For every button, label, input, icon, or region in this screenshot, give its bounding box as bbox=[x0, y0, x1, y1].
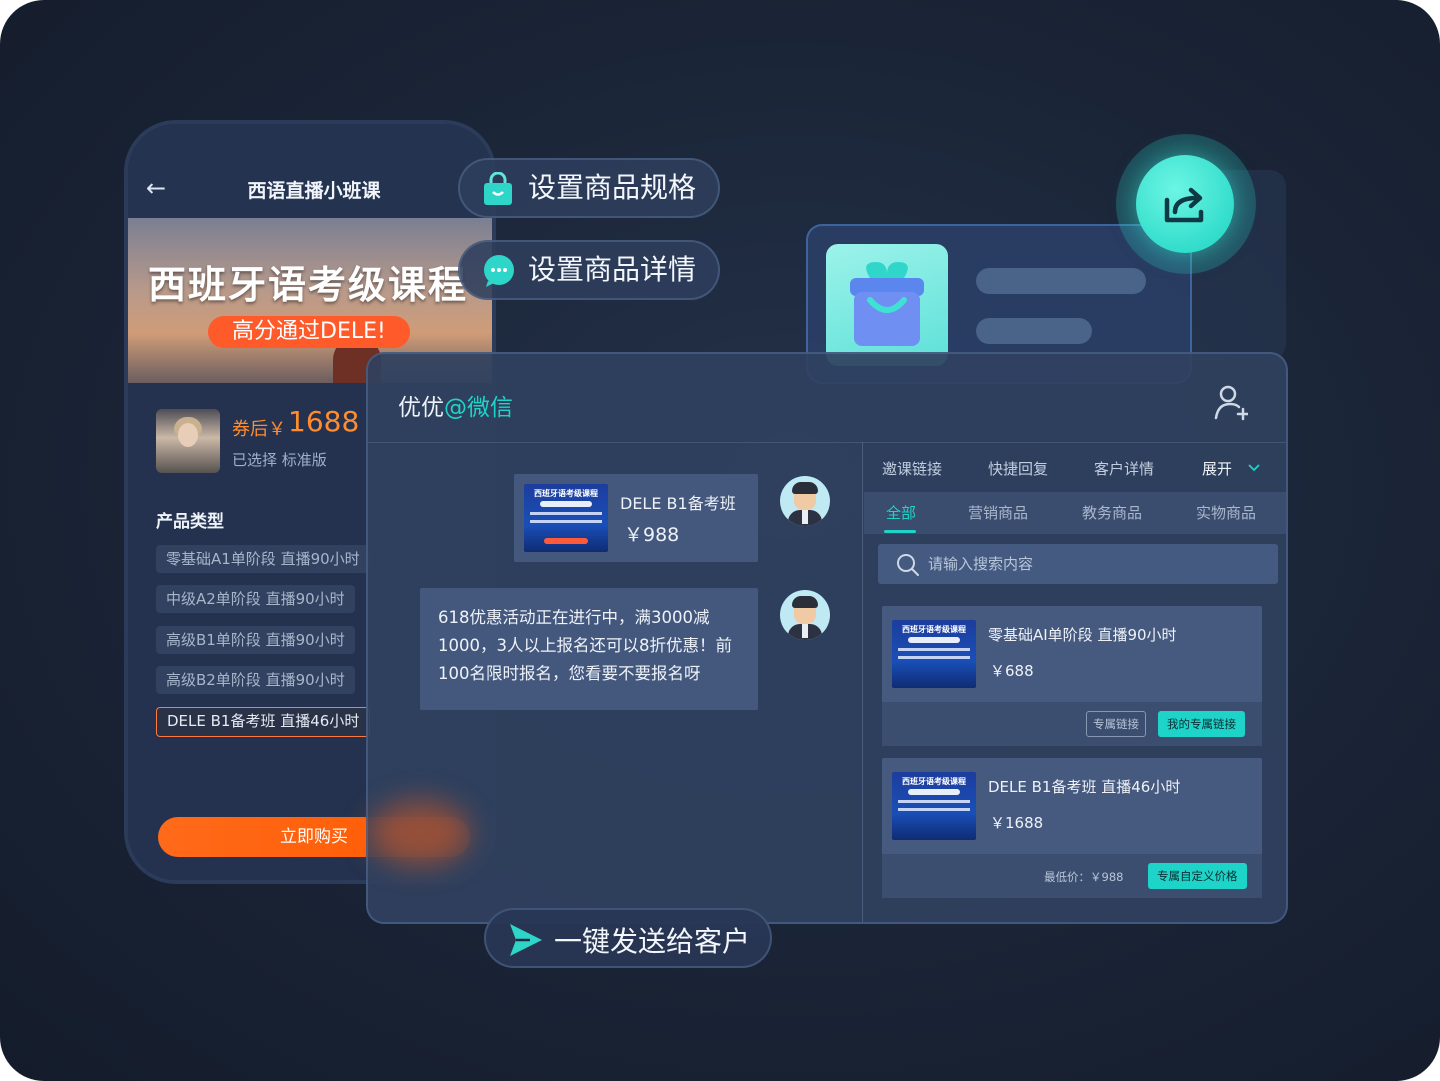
option-dele-b1[interactable]: DELE B1备考班 直播46小时 bbox=[156, 707, 371, 737]
course-poster: 西班牙语考级课程 bbox=[892, 620, 976, 688]
poster-title: 西班牙语考级课程 bbox=[902, 777, 966, 786]
search-placeholder: 请输入搜索内容 bbox=[928, 555, 1034, 573]
tab-academic[interactable]: 教务商品 bbox=[1082, 502, 1142, 523]
share-button[interactable] bbox=[1136, 155, 1234, 253]
banner-title: 西班牙语考级课程 bbox=[148, 263, 469, 307]
product-card[interactable]: 西班牙语考级课程 DELE B1备考班 直播46小时 ￥1688 最低价：￥98… bbox=[882, 758, 1262, 898]
option-a1[interactable]: 零基础A1单阶段 直播90小时 bbox=[156, 545, 370, 573]
lowest-price: 最低价：￥988 bbox=[1044, 870, 1124, 884]
price-prefix: 券后￥ bbox=[232, 419, 286, 440]
selected-variant: 已选择 标准版 bbox=[232, 451, 327, 469]
banner-badge: 高分通过DELE! bbox=[208, 316, 410, 348]
course-poster: 西班牙语考级课程 bbox=[892, 772, 976, 840]
product-name: DELE B1备考班 直播46小时 bbox=[988, 778, 1181, 796]
agent-avatar bbox=[780, 590, 830, 640]
product-card-footer: 专属链接 我的专属链接 bbox=[882, 702, 1262, 746]
phone-header: ← 西语直播小班课 bbox=[128, 124, 492, 218]
placeholder-bar bbox=[976, 268, 1146, 294]
tab-physical[interactable]: 实物商品 bbox=[1196, 502, 1256, 523]
send-label: 一键发送给客户 bbox=[554, 925, 751, 958]
add-user-icon[interactable] bbox=[1214, 384, 1248, 424]
product-name: 零基础AI单阶段 直播90小时 bbox=[988, 626, 1177, 644]
share-icon bbox=[1164, 187, 1204, 223]
tab-customer-details[interactable]: 客户详情 bbox=[1094, 458, 1154, 479]
set-detail-label: 设置商品详情 bbox=[528, 253, 697, 286]
custom-price-button[interactable]: 专属自定义价格 bbox=[1148, 863, 1247, 889]
message-product-title: DELE B1备考班 bbox=[620, 494, 736, 513]
product-price: ￥1688 bbox=[990, 814, 1044, 832]
set-spec-label: 设置商品规格 bbox=[528, 171, 697, 204]
product-card-footer: 最低价：￥988 专属自定义价格 bbox=[882, 854, 1262, 898]
tab-quick-reply[interactable]: 快捷回复 bbox=[988, 458, 1048, 479]
chat-header: 优优@微信 bbox=[368, 354, 1286, 443]
shopping-bag-icon bbox=[484, 172, 512, 205]
promo-message: 618优惠活动正在进行中，满3000减1000，3人以上报名还可以8折优惠！前1… bbox=[420, 588, 758, 710]
send-icon bbox=[510, 924, 542, 956]
tab-marketing[interactable]: 营销商品 bbox=[968, 502, 1028, 523]
tab-invite-link[interactable]: 邀课链接 bbox=[882, 458, 942, 479]
contact-name: 优优@微信 bbox=[398, 388, 513, 422]
set-detail-pill[interactable]: 设置商品详情 bbox=[458, 240, 720, 300]
option-b2[interactable]: 高级B2单阶段 直播90小时 bbox=[156, 666, 355, 694]
placeholder-bar bbox=[976, 318, 1092, 344]
send-to-customer-pill[interactable]: 一键发送给客户 bbox=[484, 908, 772, 968]
option-b1[interactable]: 高级B1单阶段 直播90小时 bbox=[156, 626, 355, 654]
message-product-price: ￥988 bbox=[624, 524, 680, 546]
poster-title: 西班牙语考级课程 bbox=[902, 625, 966, 634]
orange-glow bbox=[370, 800, 470, 866]
course-poster: 西班牙语考级课程 bbox=[524, 484, 608, 552]
product-card[interactable]: 西班牙语考级课程 零基础AI单阶段 直播90小时 ￥688 专属链接 我的专属链… bbox=[882, 606, 1262, 746]
search-input[interactable]: 请输入搜索内容 bbox=[878, 544, 1278, 584]
chat-window: 优优@微信 西班牙语考级课程 DELE B1备考班 ￥988 618优惠活动正在… bbox=[366, 352, 1288, 924]
contact-source: @微信 bbox=[444, 395, 513, 421]
agent-avatar bbox=[780, 476, 830, 526]
teacher-thumbnail bbox=[156, 409, 220, 473]
product-price: ￥688 bbox=[990, 662, 1034, 680]
tab-expand[interactable]: 展开 bbox=[1202, 458, 1232, 479]
active-tab-indicator bbox=[884, 530, 916, 533]
set-spec-pill[interactable]: 设置商品规格 bbox=[458, 158, 720, 218]
panel-divider bbox=[862, 442, 863, 922]
category-tabs: 全部 营销商品 教务商品 实物商品 bbox=[864, 492, 1286, 534]
search-icon bbox=[897, 554, 919, 576]
exclusive-link-button[interactable]: 专属链接 bbox=[1086, 711, 1146, 737]
phone-title: 西语直播小班课 bbox=[247, 180, 381, 202]
product-bag-icon bbox=[826, 244, 948, 366]
stage: ← 西语直播小班课 西班牙语考级课程 高分通过DELE! 券后￥ 1688 已选… bbox=[0, 0, 1440, 1081]
teacher-face bbox=[178, 423, 198, 447]
my-exclusive-link-button[interactable]: 我的专属链接 bbox=[1158, 711, 1245, 737]
chat-bubble-icon bbox=[484, 255, 514, 287]
poster-title: 西班牙语考级课程 bbox=[534, 489, 598, 498]
option-a2[interactable]: 中级A2单阶段 直播90小时 bbox=[156, 585, 355, 613]
tab-all[interactable]: 全部 bbox=[886, 502, 916, 523]
chevron-down-icon[interactable] bbox=[1248, 464, 1260, 472]
contact-name-text: 优优 bbox=[398, 395, 444, 421]
product-message[interactable]: 西班牙语考级课程 DELE B1备考班 ￥988 bbox=[514, 474, 758, 562]
product-type-label: 产品类型 bbox=[156, 512, 224, 532]
price-value: 1688 bbox=[288, 405, 360, 438]
right-top-tabs: 邀课链接 快捷回复 客户详情 展开 bbox=[864, 444, 1286, 492]
